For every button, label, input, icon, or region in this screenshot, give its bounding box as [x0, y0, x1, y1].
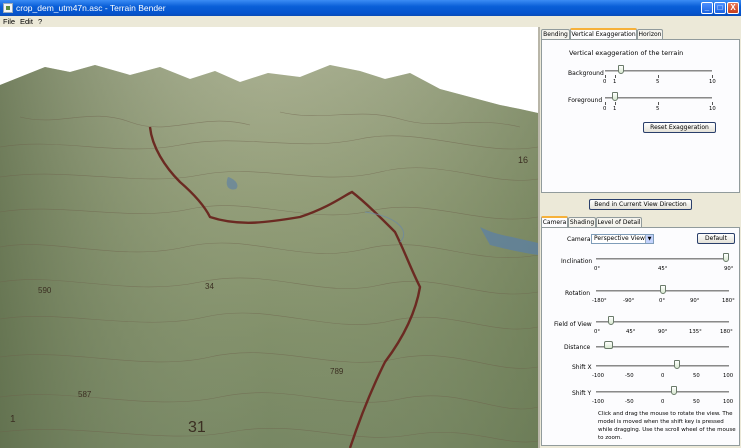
background-label: Background	[568, 70, 604, 77]
tab-bending[interactable]: Bending	[541, 29, 570, 39]
tick-label: 50	[693, 373, 700, 379]
exaggeration-pane: Vertical exaggeration of the terrain Bac…	[541, 39, 740, 193]
maximize-button[interactable]: □	[714, 2, 726, 14]
control-panel: Bending Vertical Exaggeration Horizon Ve…	[538, 27, 741, 448]
shift-y-slider[interactable]	[596, 391, 729, 393]
help-text: Click and drag the mouse to rotate the v…	[598, 411, 736, 441]
inclination-slider-thumb[interactable]	[723, 253, 730, 262]
tick-label: 90°	[658, 329, 668, 335]
map-label: 587	[78, 390, 92, 399]
tick	[615, 75, 616, 78]
tick-label: 90°	[724, 266, 734, 272]
tick-label: 100	[723, 399, 734, 405]
exaggeration-heading: Vertical exaggeration of the terrain	[569, 49, 684, 57]
map-label: 34	[205, 282, 214, 291]
tick-label: 0	[603, 79, 607, 85]
terrain-viewport[interactable]: 16 590 34 789 31 587 1	[0, 27, 538, 448]
field-of-view-slider[interactable]	[596, 321, 729, 323]
distance-label: Distance	[564, 344, 591, 351]
tick-label: 0°	[594, 266, 601, 272]
tab-camera[interactable]: Camera	[541, 216, 568, 227]
tick	[712, 102, 713, 105]
tick-label: 180°	[722, 298, 735, 304]
tab-horizon[interactable]: Horizon	[637, 29, 663, 39]
map-label: 31	[188, 419, 206, 436]
rotation-slider-thumb[interactable]	[659, 285, 666, 294]
background-slider-thumb[interactable]	[618, 65, 625, 74]
tick-label: -100	[592, 373, 605, 379]
tick-label: 45°	[658, 266, 668, 272]
map-label: 590	[38, 286, 52, 295]
foreground-slider[interactable]	[605, 97, 712, 99]
foreground-slider-thumb[interactable]	[611, 92, 618, 101]
minimize-button[interactable]: _	[701, 2, 713, 14]
rotation-label: Rotation	[565, 290, 591, 297]
map-label: 1	[10, 414, 16, 425]
tick-label: 0°	[594, 329, 601, 335]
menu-file[interactable]: File	[3, 17, 15, 26]
tick-label: 10	[709, 79, 716, 85]
tick-label: -180°	[592, 298, 607, 304]
title-bar: crop_dem_utm47n.asc - Terrain Bender _ □…	[0, 0, 741, 16]
menu-bar: File Edit ?	[0, 16, 741, 27]
foreground-label: Foreground	[568, 97, 603, 104]
tick-label: 0	[661, 399, 665, 405]
camera-label: Camera	[567, 236, 591, 243]
chevron-down-icon[interactable]: ▼	[645, 235, 653, 243]
shift-x-slider[interactable]	[596, 365, 729, 367]
tick	[658, 102, 659, 105]
tick-label: 1	[613, 79, 617, 85]
tick-label: 5	[656, 79, 660, 85]
tick-label: 50	[693, 399, 700, 405]
tick-label: 5	[656, 106, 660, 112]
menu-edit[interactable]: Edit	[20, 17, 33, 26]
tick	[605, 75, 606, 78]
distance-slider-thumb[interactable]	[603, 341, 613, 349]
field-of-view-label: Field of View	[554, 321, 592, 328]
tab-shading[interactable]: Shading	[568, 217, 596, 227]
shift-x-slider-thumb[interactable]	[674, 360, 681, 369]
tick-label: 0	[661, 373, 665, 379]
tick-label: 45°	[626, 329, 636, 335]
tick-label: 90°	[690, 298, 700, 304]
tick-label: 180°	[720, 329, 733, 335]
tick-label: -90°	[623, 298, 635, 304]
tick-label: 10	[709, 106, 716, 112]
inclination-slider[interactable]	[596, 258, 729, 260]
shift-y-label: Shift Y	[572, 390, 592, 397]
tick	[605, 102, 606, 105]
shift-x-label: Shift X	[572, 364, 592, 371]
tick	[658, 75, 659, 78]
tick	[712, 75, 713, 78]
menu-help[interactable]: ?	[38, 17, 42, 26]
map-label: 789	[330, 367, 344, 376]
field-of-view-slider-thumb[interactable]	[607, 316, 614, 325]
tick-label: -50	[625, 373, 634, 379]
map-label: 16	[518, 155, 528, 165]
terrain-render: 16 590 34 789 31 587 1	[0, 27, 538, 448]
tick-label: 135°	[689, 329, 702, 335]
camera-view-select[interactable]: Perspective View ▼	[591, 234, 654, 244]
tick-label: 0	[603, 106, 607, 112]
tab-level-of-detail[interactable]: Level of Detail	[596, 217, 642, 227]
close-button[interactable]: X	[727, 2, 739, 14]
tick-label: -50	[625, 399, 634, 405]
distance-slider[interactable]	[596, 346, 729, 348]
shift-y-slider-thumb[interactable]	[671, 386, 678, 395]
app-icon	[3, 3, 13, 13]
reset-exaggeration-button[interactable]: Reset Exaggeration	[643, 122, 716, 133]
bend-view-direction-button[interactable]: Bend in Current View Direction	[589, 199, 692, 210]
tick-label: 0°	[659, 298, 666, 304]
inclination-label: Inclination	[561, 258, 593, 265]
tab-vertical-exaggeration[interactable]: Vertical Exaggeration	[570, 28, 637, 39]
default-button[interactable]: Default	[697, 233, 735, 244]
tick-label: 100	[723, 373, 734, 379]
tick	[615, 102, 616, 105]
camera-view-value: Perspective View	[594, 235, 645, 242]
tick-label: -100	[592, 399, 605, 405]
tick-label: 1	[613, 106, 617, 112]
window-title: crop_dem_utm47n.asc - Terrain Bender	[16, 3, 166, 13]
